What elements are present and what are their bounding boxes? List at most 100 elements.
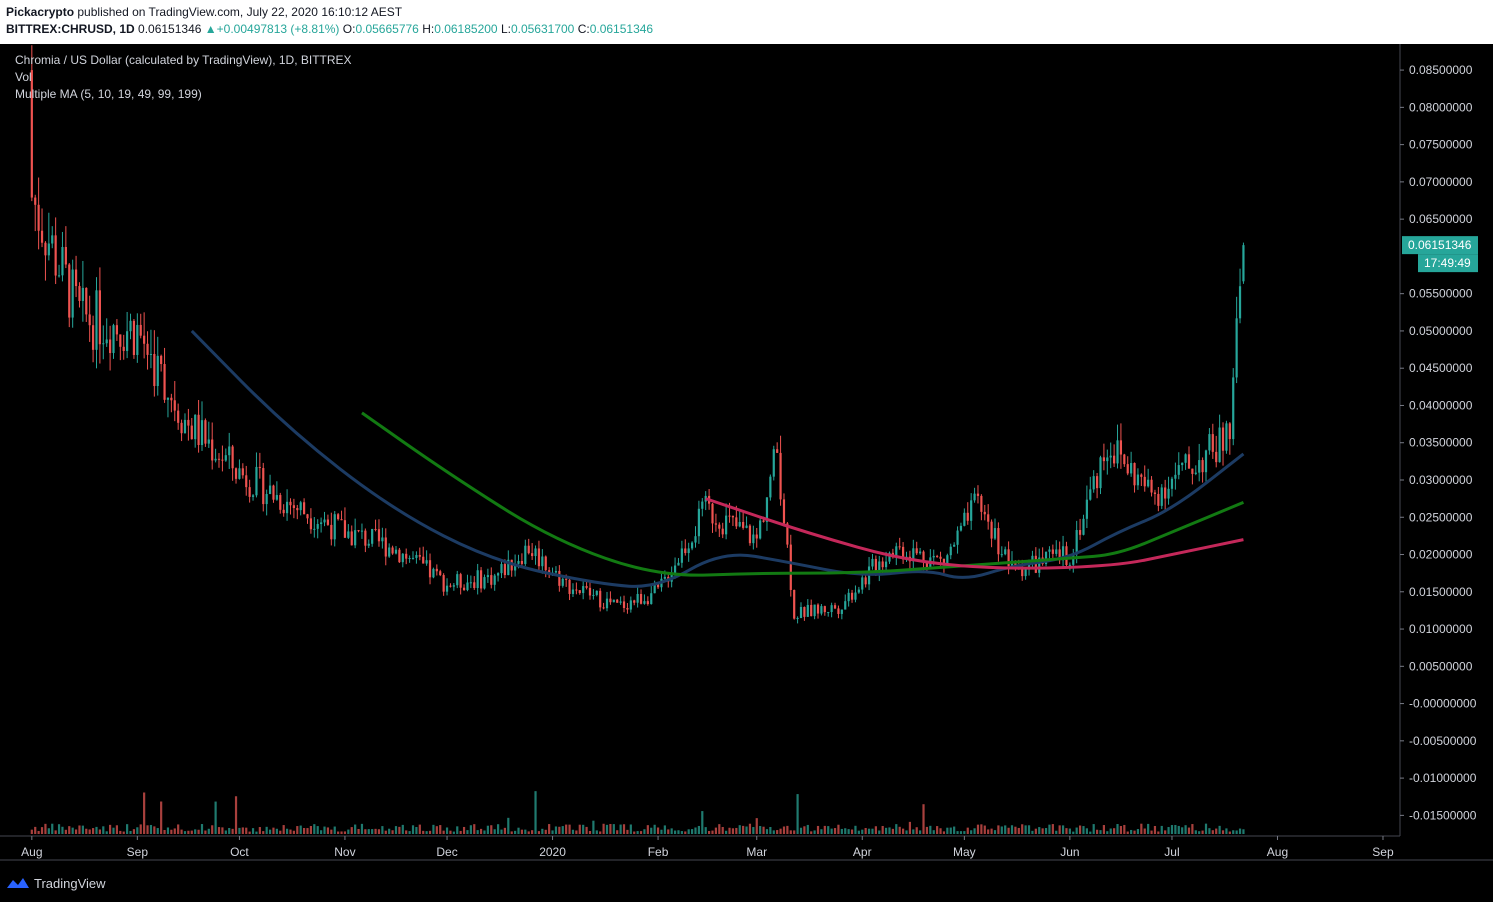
candle-body <box>1211 434 1214 452</box>
volume-bar <box>129 830 132 834</box>
candle-body <box>1215 451 1218 463</box>
volume-bar <box>1068 828 1071 834</box>
volume-bar <box>309 825 313 834</box>
volume-bar <box>258 827 261 834</box>
candle-body <box>690 542 694 549</box>
volume-bar <box>166 827 170 834</box>
candle-body <box>398 549 401 563</box>
volume-bar <box>248 831 251 834</box>
candle-body <box>1170 478 1174 489</box>
candle-body <box>629 600 632 610</box>
candle-body <box>71 269 74 318</box>
candle-body <box>592 594 595 596</box>
volume-bar <box>711 830 714 834</box>
candle-body <box>578 590 581 594</box>
last-price-badge-text: 0.06151346 <box>1408 238 1472 252</box>
volume-bar <box>1123 824 1126 834</box>
candle-body <box>143 335 146 344</box>
candle-body <box>1157 493 1160 506</box>
candle-body <box>381 537 384 542</box>
candle-body <box>663 576 666 579</box>
volume-bar <box>568 824 571 834</box>
tradingview-logo-icon[interactable] <box>6 874 30 892</box>
volume-bar <box>905 830 908 834</box>
candle-body <box>459 574 462 588</box>
volume-bar <box>357 828 360 834</box>
candle-body <box>234 468 238 479</box>
x-tick-label: May <box>953 845 976 859</box>
candle-body <box>415 555 418 558</box>
candle-body <box>435 568 438 572</box>
x-tick-label: Feb <box>648 845 669 859</box>
volume-bar <box>496 824 500 834</box>
candle-body <box>204 420 207 444</box>
volume-bar <box>1024 825 1027 834</box>
candle-body <box>347 531 350 538</box>
candle-body <box>721 528 724 535</box>
candle-body <box>323 519 326 523</box>
volume-bar <box>211 825 214 834</box>
price-chart[interactable]: 0.08500000 0.08000000 0.07500000 0.07000000… <box>0 44 1493 866</box>
volume-bar <box>394 826 398 834</box>
volume-bar <box>469 825 472 834</box>
volume-bar <box>190 830 193 834</box>
y-tick-label: 0.08000000 <box>1409 100 1473 114</box>
candle-body <box>684 548 687 554</box>
volume-bar <box>388 828 391 834</box>
candle-body <box>963 512 966 526</box>
candle-body <box>357 530 360 532</box>
author-name[interactable]: Pickacrypto <box>6 5 74 19</box>
close-value: 0.06151346 <box>589 22 654 36</box>
candle-body <box>1116 440 1119 464</box>
candle-body <box>725 515 728 535</box>
x-tick-label: Aug <box>21 845 42 859</box>
candle-body <box>956 530 959 545</box>
candle-body <box>197 414 200 446</box>
volume-bar <box>490 825 493 834</box>
volume-bar <box>884 827 888 834</box>
candle-body <box>262 468 265 505</box>
candle-body <box>759 520 762 539</box>
candle-body <box>1024 569 1027 577</box>
volume-bar <box>153 826 156 834</box>
volume-bar <box>772 830 775 834</box>
volume-bar <box>813 830 816 834</box>
volume-bar <box>456 826 459 834</box>
volume-bar <box>473 824 476 834</box>
candle-body <box>585 586 588 588</box>
volume-bar <box>1150 830 1153 834</box>
volume-bar <box>718 824 721 834</box>
candle-body <box>993 528 997 539</box>
volume-bar <box>1034 828 1037 834</box>
volume-bar <box>779 828 782 834</box>
volume-bar <box>616 830 619 834</box>
candle-body <box>1228 423 1231 440</box>
candle-body <box>122 346 125 351</box>
candle-body <box>326 519 330 525</box>
candle-body <box>1089 489 1092 500</box>
candle-body <box>714 523 718 525</box>
candle-body <box>251 495 255 497</box>
volume-bar <box>602 823 605 834</box>
candle-body <box>194 414 197 440</box>
candle-body <box>895 546 898 557</box>
chart-title: Chromia / US Dollar (calculated by Tradi… <box>15 53 352 67</box>
candle-body <box>616 599 619 603</box>
candle-body <box>554 570 558 573</box>
volume-bar <box>565 824 568 834</box>
volume-bar <box>847 829 850 834</box>
candle-body <box>997 528 1000 555</box>
volume-bar <box>435 826 438 834</box>
volume-bar <box>690 829 694 834</box>
candle-body <box>1143 476 1146 487</box>
brand-name[interactable]: TradingView <box>34 876 106 891</box>
candle-body <box>241 468 244 476</box>
volume-bar <box>622 824 626 834</box>
candle-body <box>187 419 190 426</box>
volume-bar <box>1232 830 1235 834</box>
volume-bar <box>1095 829 1099 834</box>
candle-body <box>1204 450 1208 473</box>
volume-bar <box>47 828 50 834</box>
candle-body <box>1126 464 1129 474</box>
candle-body <box>302 502 306 515</box>
